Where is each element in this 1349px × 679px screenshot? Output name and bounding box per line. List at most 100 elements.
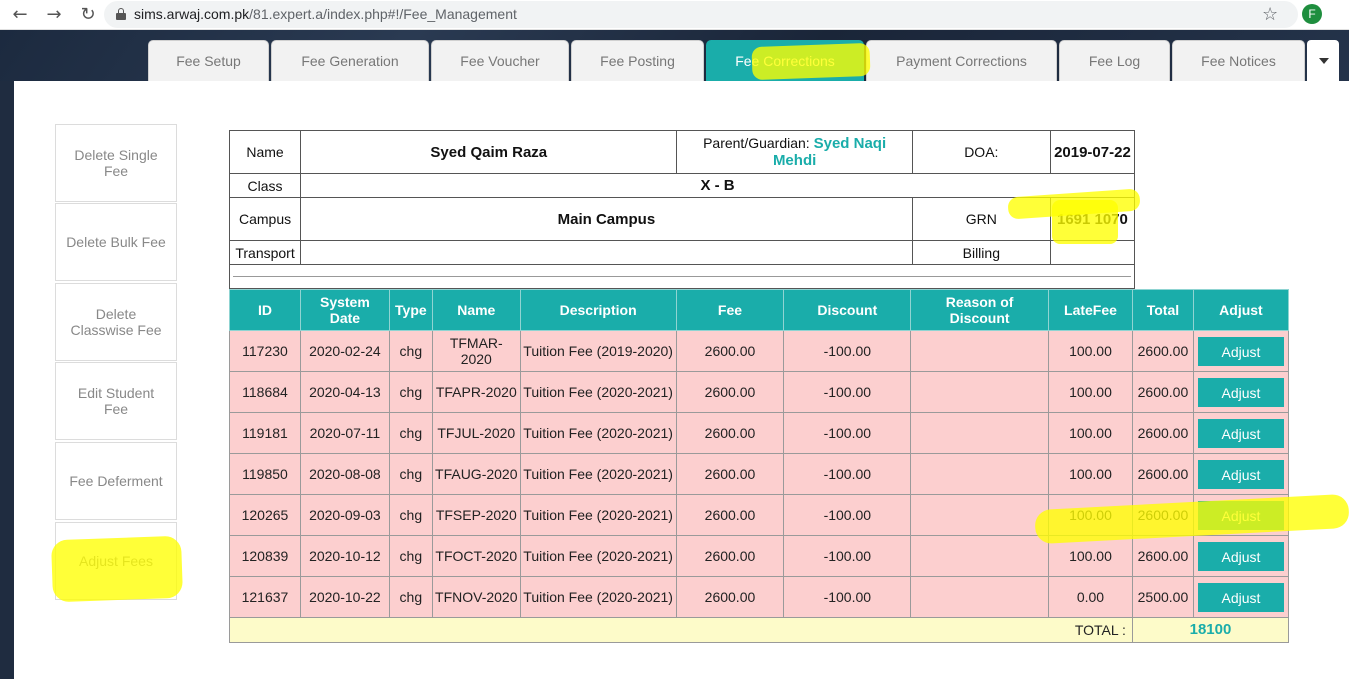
guardian-cell: Parent/Guardian: Syed Naqi Mehdi: [676, 130, 913, 174]
table-row: 120839 2020-10-12 chg TFOCT-2020 Tuition…: [229, 535, 1290, 577]
adjust-button[interactable]: Adjust: [1197, 459, 1284, 489]
class-value: X - B: [300, 173, 1135, 198]
doa-value: 2019-07-22: [1049, 130, 1136, 174]
profile-avatar[interactable]: F: [1302, 4, 1322, 24]
reload-icon[interactable]: ↻: [76, 3, 100, 27]
cell-description: Tuition Fee (2020-2021): [519, 535, 677, 577]
cell-date: 2020-09-03: [299, 494, 390, 536]
header-adjust: Adjust: [1192, 289, 1290, 331]
cell-reason: [910, 453, 1050, 495]
total-value: 18100: [1131, 617, 1290, 643]
grn-value: 1691 1070: [1049, 197, 1136, 241]
cell-reason: [910, 371, 1050, 413]
back-arrow-icon[interactable]: ←: [8, 3, 32, 27]
fee-table: ID System Date Type Name Description Fee…: [229, 289, 1290, 643]
cell-name: TFMAR-2020: [431, 330, 521, 372]
divider: [233, 276, 1131, 277]
billing-value: [1049, 240, 1136, 265]
tab-payment-corrections[interactable]: Payment Corrections: [866, 40, 1057, 81]
lock-icon: [116, 8, 126, 20]
sidebar-item-delete-single-fee[interactable]: Delete Single Fee: [55, 124, 177, 202]
cell-name: TFJUL-2020: [431, 412, 521, 454]
header-fee: Fee: [675, 289, 785, 331]
url-text: sims.arwaj.com.pk/81.expert.a/index.php#…: [134, 6, 517, 22]
browser-toolbar: ← → ↻ sims.arwaj.com.pk/81.expert.a/inde…: [0, 0, 1349, 30]
cell-discount: -100.00: [783, 453, 912, 495]
tab-fee-log[interactable]: Fee Log: [1059, 40, 1170, 81]
header-type: Type: [388, 289, 433, 331]
cell-discount: -100.00: [783, 576, 912, 618]
cell-total: 2500.00: [1131, 576, 1194, 618]
tabs-more-dropdown[interactable]: [1307, 40, 1339, 81]
cell-description: Tuition Fee (2019-2020): [519, 330, 677, 372]
header-late-fee: LateFee: [1048, 289, 1133, 331]
cell-reason: [910, 535, 1050, 577]
cell-fee: 2600.00: [675, 412, 785, 454]
forward-arrow-icon[interactable]: →: [42, 3, 66, 27]
cell-total: 2600.00: [1131, 371, 1194, 413]
campus-label: Campus: [228, 197, 302, 241]
cell-late-fee: 0.00: [1048, 576, 1133, 618]
cell-date: 2020-10-12: [299, 535, 390, 577]
cell-type: chg: [388, 371, 433, 413]
cell-id: 117230: [229, 330, 301, 372]
cell-description: Tuition Fee (2020-2021): [519, 576, 677, 618]
tab-fee-generation[interactable]: Fee Generation: [271, 40, 429, 81]
cell-fee: 2600.00: [675, 330, 785, 372]
tab-fee-corrections[interactable]: Fee Corrections: [706, 40, 864, 81]
page-side-edge: [0, 81, 14, 679]
total-label: TOTAL :: [229, 617, 1133, 643]
cell-fee: 2600.00: [675, 453, 785, 495]
cell-fee: 2600.00: [675, 535, 785, 577]
transport-label: Transport: [228, 240, 302, 265]
sidebar-item-delete-classwise-fee[interactable]: Delete Classwise Fee: [55, 283, 177, 361]
header-name: Name: [431, 289, 521, 331]
cell-discount: -100.00: [783, 535, 912, 577]
address-bar[interactable]: sims.arwaj.com.pk/81.expert.a/index.php#…: [104, 1, 1298, 28]
cell-date: 2020-04-13: [299, 371, 390, 413]
cell-total: 2600.00: [1131, 535, 1194, 577]
sidebar-item-delete-bulk-fee[interactable]: Delete Bulk Fee: [55, 203, 177, 281]
doa-label: DOA:: [911, 130, 1051, 174]
adjust-button[interactable]: Adjust: [1197, 500, 1284, 530]
cell-adjust: Adjust: [1192, 494, 1290, 536]
tab-fee-voucher[interactable]: Fee Voucher: [431, 40, 569, 81]
adjust-button[interactable]: Adjust: [1197, 377, 1284, 407]
star-icon[interactable]: ☆: [1262, 4, 1278, 25]
cell-discount: -100.00: [783, 412, 912, 454]
cell-type: chg: [388, 453, 433, 495]
cell-reason: [910, 576, 1050, 618]
adjust-button[interactable]: Adjust: [1197, 541, 1284, 571]
cell-name: TFOCT-2020: [431, 535, 521, 577]
cell-name: TFNOV-2020: [431, 576, 521, 618]
table-row: 119850 2020-08-08 chg TFAUG-2020 Tuition…: [229, 453, 1290, 495]
cell-reason: [910, 494, 1050, 536]
class-label: Class: [228, 173, 302, 198]
cell-type: chg: [388, 330, 433, 372]
campus-value: Main Campus: [300, 197, 913, 241]
adjust-button[interactable]: Adjust: [1197, 582, 1284, 612]
sidebar-item-adjust-fees[interactable]: Adjust Fees: [55, 522, 177, 600]
header-id: ID: [229, 289, 301, 331]
adjust-button[interactable]: Adjust: [1197, 336, 1284, 366]
cell-reason: [910, 330, 1050, 372]
tab-fee-notices[interactable]: Fee Notices: [1172, 40, 1305, 81]
cell-reason: [910, 412, 1050, 454]
divider-cell: [229, 264, 1135, 289]
cell-type: chg: [388, 494, 433, 536]
sidebar-item-edit-student-fee[interactable]: Edit Student Fee: [55, 362, 177, 440]
tab-fee-posting[interactable]: Fee Posting: [571, 40, 704, 81]
tab-fee-setup[interactable]: Fee Setup: [148, 40, 269, 81]
cell-id: 119850: [229, 453, 301, 495]
header-reason-of-discount: Reason of Discount: [910, 289, 1050, 331]
cell-id: 121637: [229, 576, 301, 618]
cell-late-fee: 100.00: [1048, 453, 1133, 495]
cell-description: Tuition Fee (2020-2021): [519, 412, 677, 454]
sidebar-item-fee-deferment[interactable]: Fee Deferment: [55, 442, 177, 520]
cell-adjust: Adjust: [1192, 330, 1290, 372]
cell-name: TFAPR-2020: [431, 371, 521, 413]
header-discount: Discount: [783, 289, 912, 331]
cell-date: 2020-10-22: [299, 576, 390, 618]
adjust-button[interactable]: Adjust: [1197, 418, 1284, 448]
name-label: Name: [228, 130, 302, 174]
